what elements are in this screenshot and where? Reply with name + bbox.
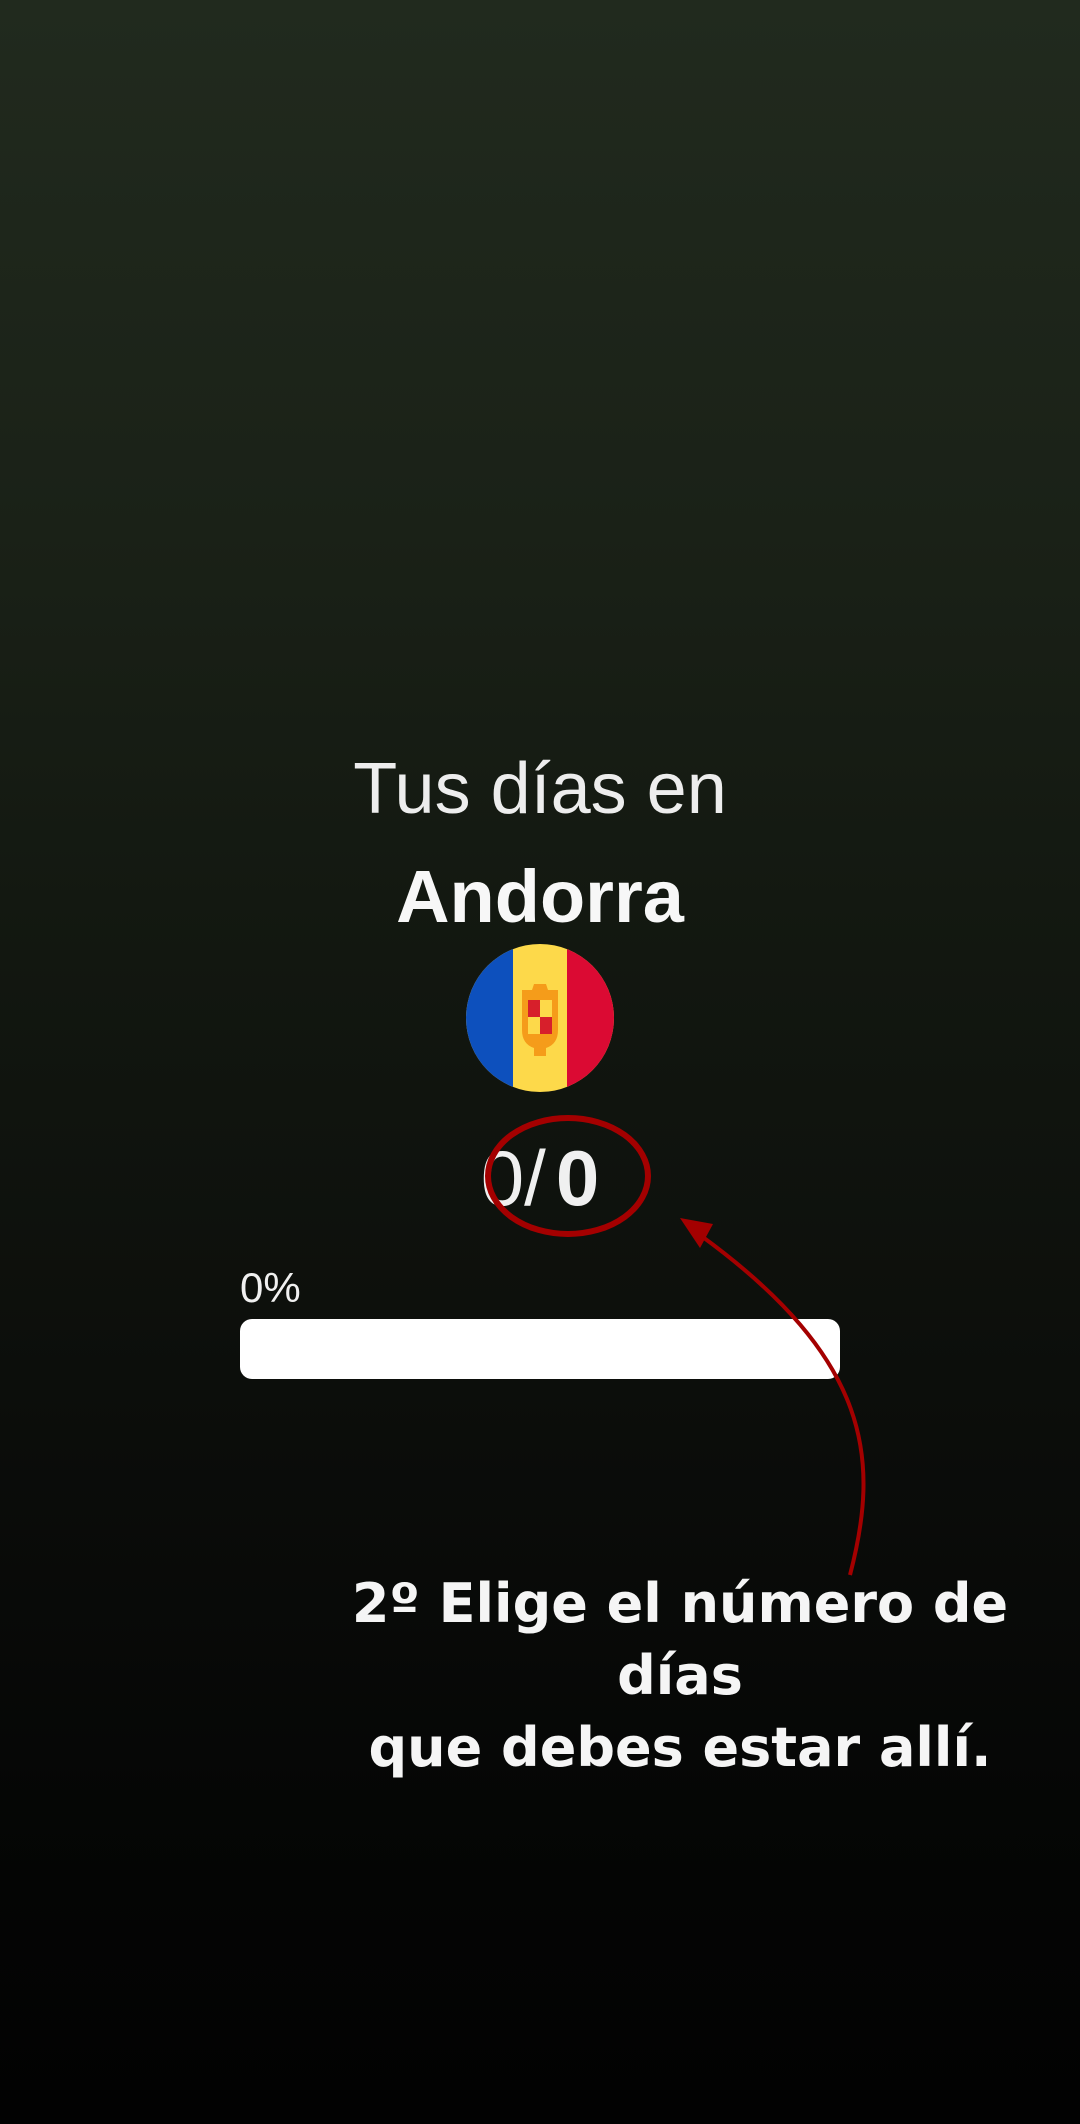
title-line: Tus días en: [353, 749, 727, 829]
annotation-arrow: [698, 1233, 866, 1576]
annotation-text: 2º Elige el número de días que debes est…: [300, 1568, 1060, 1784]
total-days[interactable]: 0: [556, 1134, 599, 1222]
progress-percent-label: 0%: [240, 1264, 301, 1311]
annotation-line-2: que debes estar allí.: [368, 1716, 992, 1779]
days-counter: 0/0: [0, 1133, 1080, 1224]
andorra-flag-icon: [466, 944, 614, 1092]
annotation-line-1: 2º Elige el número de días: [351, 1572, 1009, 1707]
current-days: 0: [480, 1134, 525, 1222]
progress-bar: [240, 1319, 840, 1379]
counter-separator: /: [524, 1134, 546, 1222]
country-name: Andorra: [396, 855, 684, 938]
